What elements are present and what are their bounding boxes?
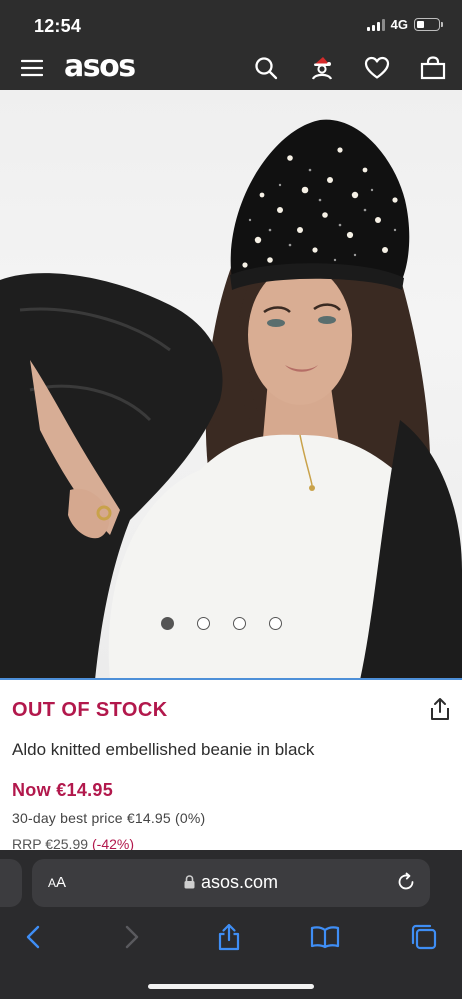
rrp-value: RRP €25.99 [12, 836, 89, 850]
tabs-icon[interactable] [409, 923, 439, 951]
product-photo [0, 119, 462, 680]
heart-icon[interactable] [362, 53, 392, 83]
browser-share-icon[interactable] [214, 923, 244, 951]
share-icon [431, 698, 449, 720]
product-title: Aldo knitted embellished beanie in black [12, 740, 315, 759]
back-icon[interactable] [18, 923, 48, 951]
bag-icon[interactable] [418, 53, 448, 83]
url-text: asos.com [200, 872, 279, 892]
url-display[interactable]: asos.com [32, 872, 430, 893]
search-icon[interactable] [251, 53, 281, 83]
forward-icon[interactable] [117, 923, 147, 951]
best-price-note: 30-day best price €14.95 (0%) [12, 810, 206, 826]
share-button[interactable] [426, 695, 454, 723]
browser-chrome: AA asos.com [0, 850, 462, 999]
rrp-price: RRP €25.99 (-42%) [12, 836, 134, 850]
gallery-dot[interactable] [196, 617, 210, 630]
home-indicator [148, 984, 314, 989]
battery-icon [414, 18, 443, 31]
status-bar: 12:54 4G [0, 0, 462, 46]
status-indicators: 4G [366, 17, 443, 32]
previous-tab-preview[interactable] [0, 859, 22, 907]
current-price: Now €14.95 [12, 780, 114, 800]
gallery-dot[interactable] [268, 617, 282, 630]
status-time: 12:54 [34, 16, 82, 36]
lock-icon [184, 875, 195, 889]
gallery-pagination [0, 617, 462, 630]
app-header: asos [0, 46, 462, 90]
gallery-dot[interactable] [160, 617, 174, 630]
gallery-dot[interactable] [232, 617, 246, 630]
address-bar[interactable]: AA asos.com [32, 859, 430, 907]
product-image-gallery[interactable] [0, 90, 462, 680]
signal-icon [366, 18, 385, 31]
menu-icon[interactable] [17, 53, 47, 83]
account-icon[interactable] [307, 53, 337, 83]
reload-icon[interactable] [396, 872, 416, 897]
stock-status: OUT OF STOCK [12, 699, 168, 721]
asos-logo[interactable]: asos [64, 49, 136, 84]
network-label: 4G [390, 17, 408, 32]
product-info: OUT OF STOCK Aldo knitted embellished be… [0, 680, 462, 850]
discount-badge: (-42%) [92, 836, 135, 850]
bookmarks-icon[interactable] [310, 923, 340, 951]
